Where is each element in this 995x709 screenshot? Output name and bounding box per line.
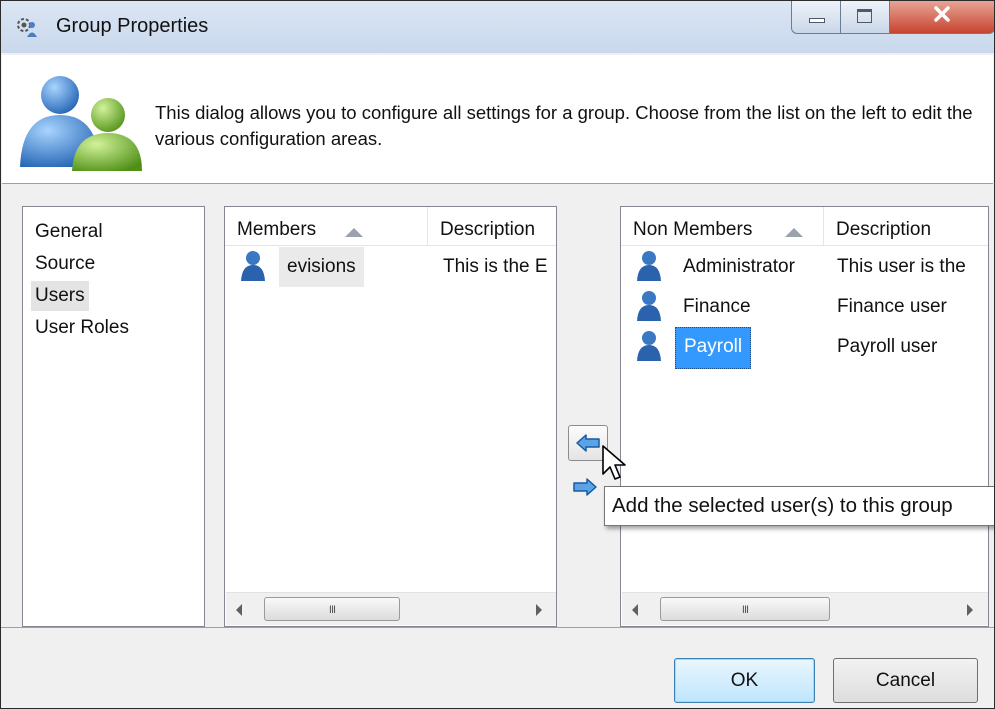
dialog-description: This dialog allows you to configure all … <box>155 102 973 149</box>
maximize-icon <box>857 9 872 23</box>
members-column-label: Members <box>237 219 317 240</box>
non-members-horizontal-scrollbar[interactable]: III <box>622 592 988 625</box>
dialog-header: This dialog allows you to configure all … <box>2 55 993 184</box>
scrollbar-grip: III <box>328 604 336 616</box>
group-settings-icon <box>17 18 37 37</box>
list-item[interactable]: evisions This is the E <box>225 247 556 287</box>
minimize-button[interactable] <box>791 1 841 34</box>
window-controls <box>791 1 994 35</box>
list-item[interactable]: Finance Finance user <box>621 287 988 327</box>
maximize-button[interactable] <box>841 1 890 34</box>
non-member-name: Payroll <box>675 327 752 369</box>
non-member-name: Administrator <box>683 256 795 277</box>
add-users-tooltip: Add the selected user(s) to this group <box>604 486 994 526</box>
list-item[interactable]: Administrator This user is the <box>621 247 988 287</box>
scrollbar-thumb[interactable]: III <box>660 597 830 621</box>
scroll-left-icon[interactable] <box>236 604 242 616</box>
nav-item-source[interactable]: Source <box>31 249 99 279</box>
members-list[interactable]: Members Description evisions This is the… <box>224 206 557 627</box>
cancel-button[interactable]: Cancel <box>833 658 978 703</box>
user-icon <box>637 291 661 321</box>
members-horizontal-scrollbar[interactable]: III <box>226 592 556 625</box>
window-title: Group Properties <box>56 15 209 37</box>
title-bar: Group Properties <box>1 1 994 53</box>
non-member-name: Finance <box>683 296 751 317</box>
members-description-column-header[interactable]: Description <box>427 207 556 245</box>
close-icon <box>934 6 950 22</box>
user-icon <box>241 251 265 281</box>
non-member-description: Finance user <box>837 296 947 317</box>
scrollbar-grip: III <box>741 604 749 616</box>
group-properties-dialog: Group Properties This dialog allows you … <box>0 0 995 709</box>
arrow-left-icon <box>576 434 600 452</box>
non-members-column-header[interactable]: Non Members <box>621 207 823 245</box>
nav-item-users[interactable]: Users <box>31 281 89 311</box>
non-members-list-header: Non Members Description <box>621 207 988 246</box>
scrollbar-thumb[interactable]: III <box>264 597 400 621</box>
scroll-right-icon[interactable] <box>967 604 973 616</box>
arrow-right-icon <box>573 478 597 496</box>
member-description: This is the E <box>443 256 548 277</box>
sort-ascending-icon <box>785 228 803 237</box>
nav-item-general[interactable]: General <box>31 217 107 247</box>
scroll-right-icon[interactable] <box>536 604 542 616</box>
close-button[interactable] <box>890 1 994 34</box>
non-member-description: Payroll user <box>837 336 938 357</box>
user-icon <box>637 331 661 361</box>
ok-button[interactable]: OK <box>674 658 815 703</box>
description-column-label: Description <box>836 219 932 240</box>
non-members-description-column-header[interactable]: Description <box>823 207 988 245</box>
list-item[interactable]: Payroll Payroll user <box>621 327 988 369</box>
non-member-description: This user is the <box>837 256 966 277</box>
members-column-header[interactable]: Members <box>225 207 427 245</box>
members-list-header: Members Description <box>225 207 556 246</box>
non-members-list[interactable]: Non Members Description Administrator Th… <box>620 206 989 627</box>
user-icon <box>637 251 661 281</box>
description-column-label: Description <box>440 219 536 240</box>
settings-nav-list: General Source Users User Roles <box>22 206 205 627</box>
mouse-cursor-icon <box>602 445 626 480</box>
nav-item-user-roles[interactable]: User Roles <box>31 313 133 343</box>
users-group-icon <box>20 76 142 171</box>
minimize-icon <box>809 18 825 23</box>
member-name: evisions <box>279 247 364 287</box>
sort-ascending-icon <box>345 228 363 237</box>
scroll-left-icon[interactable] <box>632 604 638 616</box>
dialog-body: General Source Users User Roles Members … <box>1 184 994 628</box>
non-members-column-label: Non Members <box>633 219 753 240</box>
